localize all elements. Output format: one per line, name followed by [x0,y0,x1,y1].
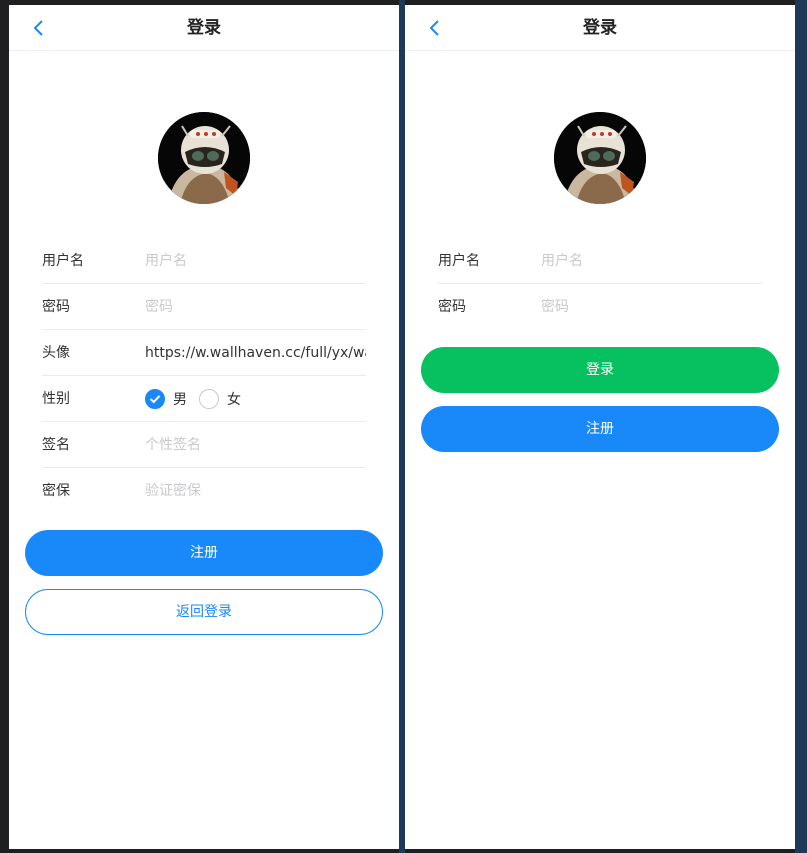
gender-male-label: 男 [173,392,187,408]
gender-row: 性别 男 女 [42,376,366,422]
password-label: 密码 [42,299,70,315]
nav-bar: 登录 [9,5,399,51]
gender-female-radio[interactable]: 女 [199,389,241,409]
gender-male-radio[interactable]: 男 [145,389,187,409]
avatar [554,112,646,204]
radio-empty-icon [199,389,219,409]
page-title: 登录 [583,18,617,38]
window-edge [795,0,807,853]
avatar-url-row: 头像 [42,330,366,376]
back-to-login-button[interactable]: 返回登录 [25,589,383,635]
password-input[interactable] [541,293,762,321]
signature-label: 签名 [42,437,70,453]
register-page: 登录 用户名 密码 头像 性别 [9,5,399,849]
gender-label: 性别 [42,391,70,407]
login-page: 登录 用户名 密码 登录 注册 [405,5,795,849]
security-input[interactable] [145,477,366,505]
checkmark-icon [145,389,165,409]
password-row: 密码 [438,284,762,330]
signature-row: 签名 [42,422,366,468]
security-row: 密保 [42,468,366,514]
nav-bar: 登录 [405,5,795,51]
username-row: 用户名 [438,238,762,284]
username-label: 用户名 [438,253,480,269]
register-button[interactable]: 注册 [25,530,383,576]
username-input[interactable] [541,247,762,275]
username-label: 用户名 [42,253,84,269]
gender-radio-group: 男 女 [145,388,253,410]
password-label: 密码 [438,299,466,315]
password-row: 密码 [42,284,366,330]
login-button[interactable]: 登录 [421,347,779,393]
username-row: 用户名 [42,238,366,284]
register-button[interactable]: 注册 [421,406,779,452]
gender-female-label: 女 [227,392,241,408]
avatar-url-label: 头像 [42,345,70,361]
username-input[interactable] [145,247,366,275]
avatar-url-input[interactable] [145,339,366,367]
signature-input[interactable] [145,431,366,459]
avatar [158,112,250,204]
page-title: 登录 [187,18,221,38]
security-label: 密保 [42,483,70,499]
password-input[interactable] [145,293,366,321]
